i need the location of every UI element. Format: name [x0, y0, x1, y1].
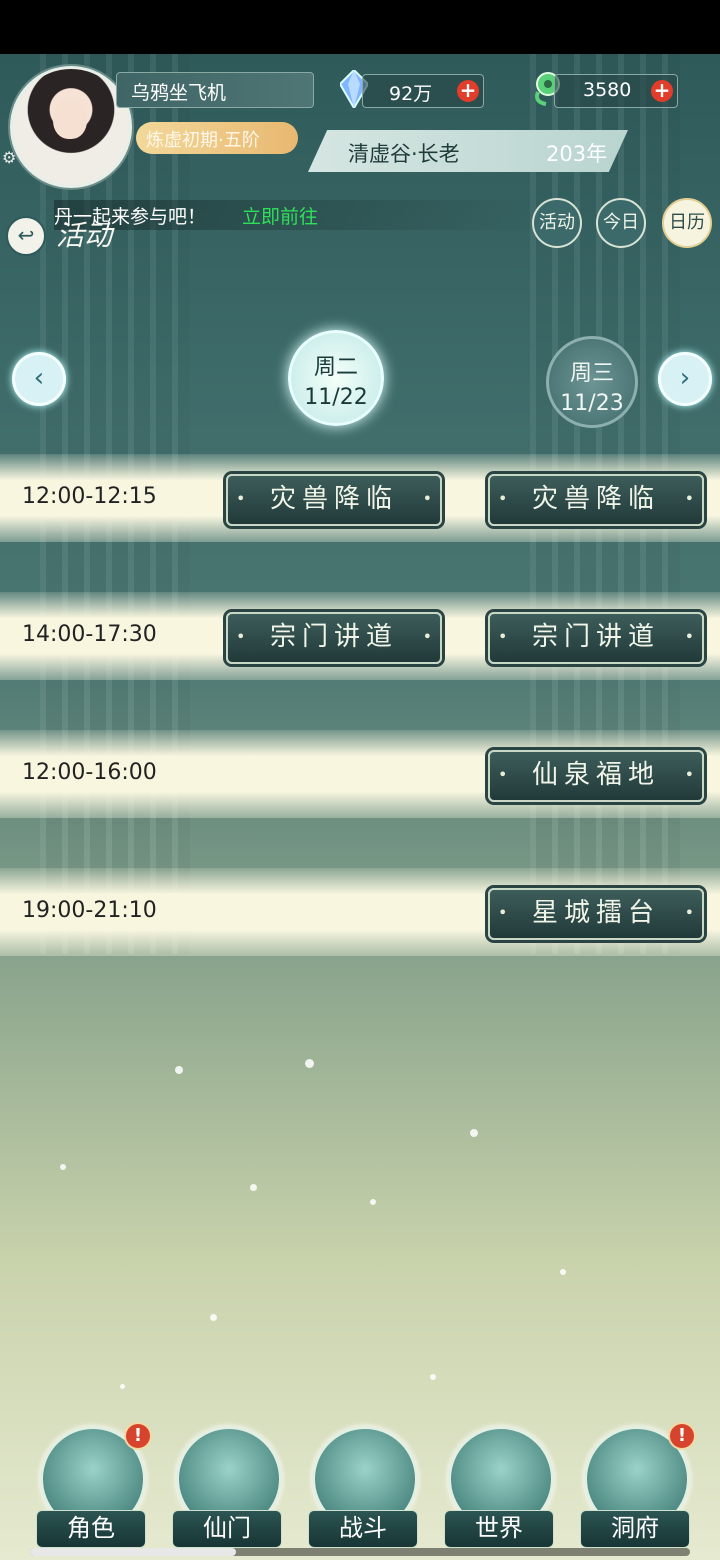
schedule-row: 19:00-21:10 星城擂台: [0, 868, 720, 956]
schedule-row: 12:00-16:00 仙泉福地: [0, 730, 720, 818]
sect-title: 清虚谷·长老: [348, 142, 460, 166]
jade-counter: 3580 +: [554, 74, 678, 108]
event-button[interactable]: 宗门讲道: [226, 612, 442, 664]
tab-calendar[interactable]: 日历: [662, 198, 712, 248]
realm-badge: 炼虚初期·五阶: [136, 122, 298, 154]
event-button[interactable]: 灾兽降临: [226, 474, 442, 526]
add-jade-button[interactable]: +: [651, 80, 673, 102]
sparkle: [305, 1059, 314, 1068]
day-weekday: 周二: [313, 355, 358, 380]
schedule-time: 12:00-16:00: [22, 760, 157, 785]
day-date: 11/22: [304, 385, 368, 410]
schedule-row: 14:00-17:30 宗门讲道 宗门讲道: [0, 592, 720, 680]
tab-today[interactable]: 今日: [596, 198, 646, 248]
notice-banner: 丹一起来参与吧！ 立即前往: [54, 200, 554, 230]
back-icon: ↩: [17, 223, 35, 247]
nav-label: 仙门: [172, 1510, 282, 1548]
day-next[interactable]: 周三 11/23: [546, 336, 638, 428]
nav-label: 战斗: [308, 1510, 418, 1548]
sparkle: [175, 1066, 183, 1074]
nav-character[interactable]: ! 角色: [36, 1422, 152, 1548]
player-avatar[interactable]: [10, 66, 132, 188]
next-day-button[interactable]: ›: [658, 352, 712, 406]
player-name: 乌鸦坐飞机: [131, 82, 227, 104]
add-spirit-stone-button[interactable]: +: [457, 80, 479, 102]
sparkle: [370, 1199, 376, 1205]
alert-badge: !: [124, 1422, 152, 1450]
jade-value: 3580: [583, 79, 632, 101]
spirit-stone-counter: 92万 +: [362, 74, 484, 108]
player-age: 203年: [546, 142, 608, 166]
sparkle: [210, 1314, 217, 1321]
scrollbar[interactable]: [30, 1548, 690, 1556]
gear-icon[interactable]: ⚙: [2, 148, 16, 167]
schedule-time: 12:00-12:15: [22, 484, 157, 509]
arrow-right-icon: ›: [679, 363, 691, 393]
day-date: 11/23: [560, 391, 624, 416]
player-name-plate: 乌鸦坐飞机: [116, 72, 314, 108]
realm-label: 炼虚初期·五阶: [146, 130, 260, 151]
avatar-face: [53, 99, 87, 139]
sect-plate: 清虚谷·长老 203年: [308, 130, 628, 172]
nav-battle[interactable]: 战斗: [308, 1426, 418, 1548]
nav-label: 世界: [444, 1510, 554, 1548]
page-title: 活动: [56, 219, 113, 252]
day-selected[interactable]: 周二 11/22: [288, 330, 384, 426]
schedule-time: 14:00-17:30: [22, 622, 157, 647]
sparkle: [120, 1384, 125, 1389]
schedule-row: 12:00-12:15 灾兽降临 灾兽降临: [0, 454, 720, 542]
sparkle: [430, 1374, 436, 1380]
sparkle: [560, 1269, 566, 1275]
nav-label: 洞府: [580, 1510, 690, 1548]
arrow-left-icon: ‹: [33, 363, 45, 393]
nav-cave[interactable]: ! 洞府: [580, 1422, 696, 1548]
scrollbar-thumb[interactable]: [30, 1548, 236, 1556]
event-button[interactable]: 灾兽降临: [488, 474, 704, 526]
schedule-time: 19:00-21:10: [22, 898, 157, 923]
sparkle: [60, 1164, 66, 1170]
nav-sect[interactable]: 仙门: [172, 1426, 282, 1548]
alert-badge: !: [668, 1422, 696, 1450]
tab-activity[interactable]: 活动: [532, 198, 582, 248]
event-button[interactable]: 仙泉福地: [488, 750, 704, 802]
spirit-stone-value: 92万: [389, 83, 433, 105]
sparkle: [470, 1129, 478, 1137]
notice-link[interactable]: 立即前往: [242, 202, 318, 229]
prev-day-button[interactable]: ‹: [12, 352, 66, 406]
event-button[interactable]: 宗门讲道: [488, 612, 704, 664]
day-weekday: 周三: [569, 361, 614, 386]
nav-world[interactable]: 世界: [444, 1426, 554, 1548]
sparkle: [250, 1184, 257, 1191]
event-button[interactable]: 星城擂台: [488, 888, 704, 940]
status-bar: [0, 0, 720, 54]
nav-label: 角色: [36, 1510, 146, 1548]
back-button[interactable]: ↩: [6, 216, 46, 256]
